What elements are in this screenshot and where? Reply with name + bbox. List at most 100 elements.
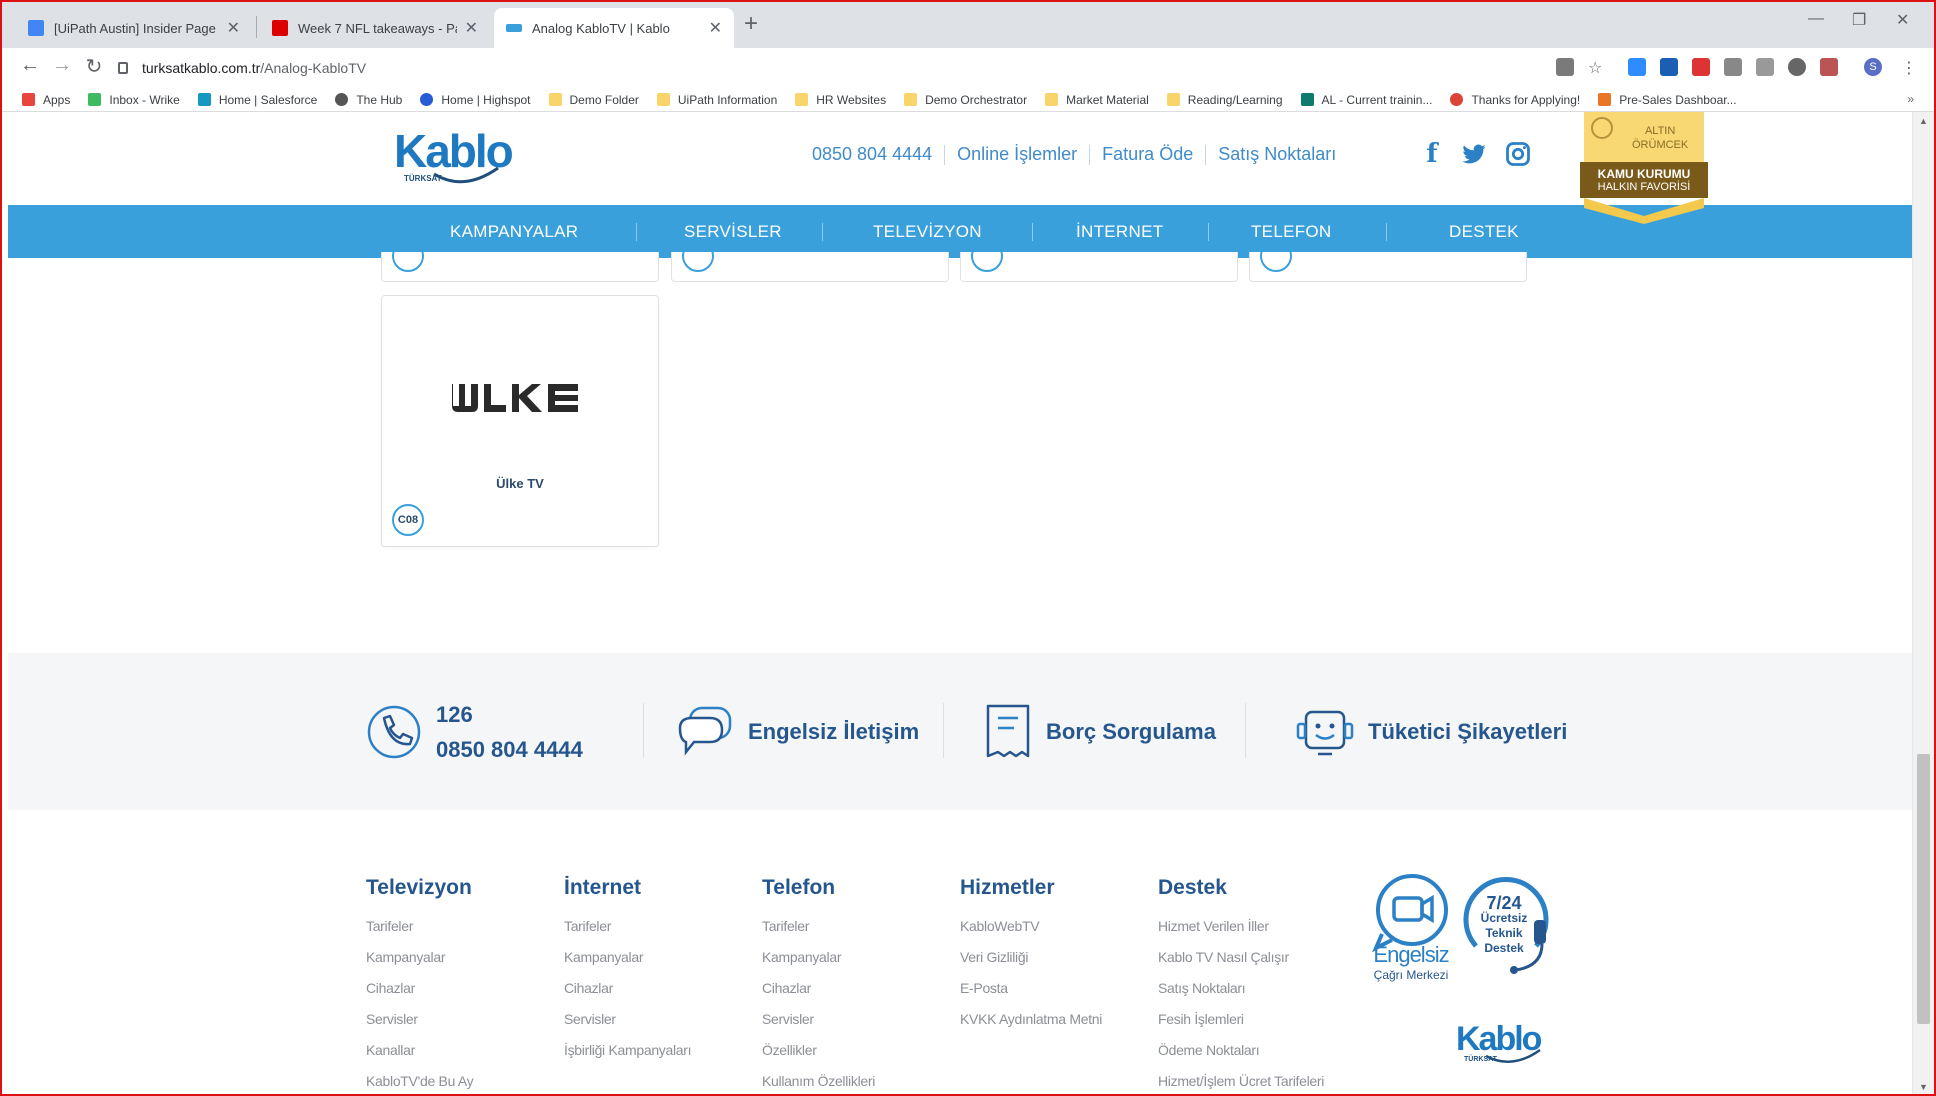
footer-link[interactable]: Hizmet Verilen İller	[1158, 918, 1324, 934]
star-icon[interactable]: ☆	[1588, 58, 1606, 77]
minimize-button[interactable]: —	[1808, 10, 1824, 28]
footer-link[interactable]: Kullanım Özellikleri	[762, 1073, 875, 1089]
footer-link[interactable]: Hizmet/İşlem Ücret Tarifeleri	[1158, 1073, 1324, 1089]
uipath-extension-icon[interactable]	[1660, 58, 1678, 76]
footer-link[interactable]: Servisler	[762, 1011, 875, 1027]
footer-link[interactable]: Kampanyalar	[564, 949, 691, 965]
borc-sorgulama-link[interactable]: Borç Sorgulama	[984, 653, 1216, 810]
tab-analog-kablotv[interactable]: Analog KabloTV | Kablo ✕	[494, 8, 734, 48]
footer-heading[interactable]: Destek	[1158, 876, 1324, 900]
footer-link[interactable]: KabloTV'de Bu Ay	[366, 1073, 474, 1089]
nav-kampanyalar[interactable]: KAMPANYALAR	[450, 205, 578, 258]
bookmarks-overflow-button[interactable]: »	[1907, 92, 1914, 106]
footer-link[interactable]: KVKK Aydınlatma Metni	[960, 1011, 1102, 1027]
nav-internet[interactable]: İNTERNET	[1076, 205, 1163, 258]
footer-link[interactable]: Servisler	[366, 1011, 473, 1027]
extension-icon[interactable]	[1692, 58, 1710, 76]
close-window-button[interactable]: ✕	[1896, 10, 1909, 30]
bookmark-item[interactable]: Inbox - Wrike	[88, 93, 180, 107]
footer-link[interactable]: Tarifeler	[366, 918, 473, 934]
footer-heading[interactable]: İnternet	[564, 876, 691, 900]
facebook-icon[interactable]: f	[1418, 140, 1446, 168]
channel-card-ulke-tv[interactable]: Ülke TV C08	[381, 295, 659, 547]
footer-heading[interactable]: Telefon	[762, 876, 875, 900]
footer-link[interactable]: Tarifeler	[564, 918, 691, 934]
footer-kablo-logo[interactable]: Kablo TÜRKSAT	[1456, 1020, 1556, 1080]
footer-heading[interactable]: Hizmetler	[960, 876, 1102, 900]
footer-link[interactable]: Kanallar	[366, 1042, 473, 1058]
footer-link[interactable]: KabloWebTV	[960, 918, 1102, 934]
footer-link[interactable]: Kampanyalar	[366, 949, 473, 965]
back-button[interactable]: ←	[16, 54, 44, 77]
footer-link[interactable]: Satış Noktaları	[1158, 980, 1324, 996]
drive-extension-icon[interactable]	[1724, 58, 1742, 76]
fatura-ode-link[interactable]: Fatura Öde	[1102, 144, 1193, 165]
scroll-up-arrow[interactable]: ▲	[1919, 116, 1928, 126]
scroll-down-arrow[interactable]: ▼	[1919, 1082, 1928, 1092]
reload-button[interactable]: ↻	[80, 54, 108, 79]
engelsiz-iletisim-link[interactable]: Engelsiz İletişim	[676, 653, 919, 810]
online-islemler-link[interactable]: Online İşlemler	[957, 144, 1077, 165]
pdf-extension-icon[interactable]	[1820, 58, 1838, 76]
nav-televizyon[interactable]: TELEVİZYON	[873, 205, 982, 258]
footer-link[interactable]: Ödeme Noktaları	[1158, 1042, 1324, 1058]
footer-link[interactable]: İşbirliği Kampanyaları	[564, 1042, 692, 1058]
translate-icon[interactable]	[1556, 58, 1574, 76]
phone-contact[interactable]: 126 0850 804 4444	[366, 653, 583, 810]
nav-destek[interactable]: DESTEK	[1449, 205, 1519, 258]
forward-button[interactable]: →	[48, 54, 76, 77]
bookmark-item[interactable]: Reading/Learning	[1166, 93, 1283, 107]
tab-nfl-takeaways[interactable]: Week 7 NFL takeaways - Packers ✕	[260, 8, 490, 48]
channel-card-partial[interactable]	[671, 240, 949, 282]
new-tab-button[interactable]: +	[744, 12, 758, 36]
footer-link[interactable]: Kablo TV Nasıl Çalışır	[1158, 949, 1324, 965]
bookmark-item[interactable]: Home | Salesforce	[197, 93, 317, 107]
scrollbar-thumb[interactable]	[1917, 754, 1930, 1024]
bookmark-item[interactable]: Pre-Sales Dashboar...	[1598, 93, 1737, 107]
channel-card-partial[interactable]	[381, 240, 659, 282]
channel-card-partial[interactable]	[1249, 240, 1527, 282]
menu-icon[interactable]: ⋮	[1900, 58, 1918, 77]
footer-link[interactable]: Servisler	[564, 1011, 691, 1027]
footer-link[interactable]: Fesih İşlemleri	[1158, 1011, 1324, 1027]
extension-icon[interactable]	[1788, 58, 1806, 76]
tuketici-sikayetleri-link[interactable]: Tüketici Şikayetleri	[1296, 653, 1567, 810]
channel-card-partial[interactable]	[960, 240, 1238, 282]
bookmark-item[interactable]: AL - Current trainin...	[1300, 93, 1432, 107]
page-scrollbar[interactable]: ▲ ▼	[1912, 112, 1934, 1096]
bookmark-item[interactable]: Thanks for Applying!	[1450, 93, 1580, 107]
teknik-destek-badge[interactable]: 7/24 Ücretsiz Teknik Destek	[1456, 876, 1556, 986]
footer-link[interactable]: Tarifeler	[762, 918, 875, 934]
twitter-icon[interactable]	[1460, 140, 1488, 168]
footer-heading[interactable]: Televizyon	[366, 876, 473, 900]
bookmark-item[interactable]: Demo Folder	[548, 93, 639, 107]
footer-link[interactable]: Cihazlar	[564, 980, 691, 996]
zoom-extension-icon[interactable]	[1628, 58, 1646, 76]
instagram-icon[interactable]	[1504, 140, 1532, 168]
bookmark-item[interactable]: HR Websites	[795, 93, 886, 107]
bookmark-item[interactable]: Demo Orchestrator	[904, 93, 1027, 107]
footer-link[interactable]: Cihazlar	[762, 980, 875, 996]
profile-avatar[interactable]: S	[1864, 58, 1882, 76]
bookmark-item[interactable]: Market Material	[1045, 93, 1149, 107]
footer-link[interactable]: Özellikler	[762, 1042, 875, 1058]
bookmark-item[interactable]: The Hub	[335, 93, 402, 107]
bookmark-item[interactable]: UiPath Information	[656, 93, 777, 107]
engelsiz-cagri-merkezi-badge[interactable]: Engelsiz Çağrı Merkezi	[1366, 872, 1456, 992]
restore-button[interactable]: ❐	[1852, 10, 1866, 30]
bookmark-item[interactable]: Home | Highspot	[420, 93, 531, 107]
kablo-logo[interactable]: Kablo TÜRKSAT	[394, 128, 514, 188]
satis-noktalari-link[interactable]: Satış Noktaları	[1218, 144, 1336, 165]
close-icon[interactable]: ✕	[709, 18, 722, 38]
close-icon[interactable]: ✕	[227, 18, 240, 38]
footer-link[interactable]: Cihazlar	[366, 980, 473, 996]
extension-icon[interactable]	[1756, 58, 1774, 76]
phone-link[interactable]: 0850 804 4444	[812, 144, 932, 165]
bookmark-item[interactable]: Apps	[22, 93, 70, 107]
footer-link[interactable]: Veri Gizliliği	[960, 949, 1102, 965]
tab-uipath-insider[interactable]: [UiPath Austin] Insider Page Com ✕	[16, 8, 252, 48]
close-icon[interactable]: ✕	[465, 18, 478, 38]
address-bar[interactable]: turksatkablo.com.tr/Analog-KabloTV	[118, 53, 1598, 83]
footer-link[interactable]: Kampanyalar	[762, 949, 875, 965]
footer-link[interactable]: E-Posta	[960, 980, 1102, 996]
